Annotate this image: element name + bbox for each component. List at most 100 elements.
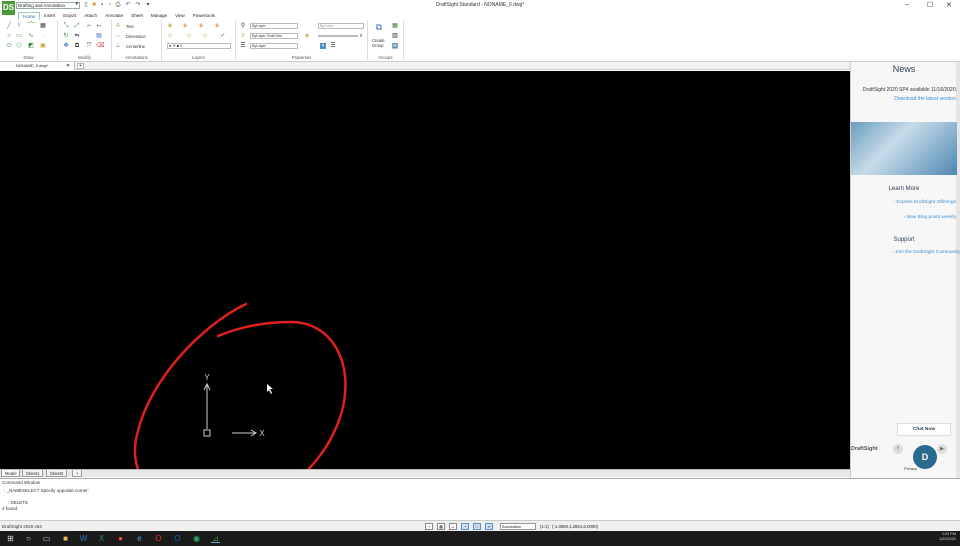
layer-manager-icon[interactable]: ◈ [167, 23, 173, 29]
layer-state-icon[interactable]: ◈ [182, 23, 188, 29]
text-icon[interactable]: A [115, 23, 121, 29]
explore-offerings-link[interactable]: › Explore DraftSight Offerings [893, 200, 956, 205]
app-icon[interactable]: ● [116, 534, 125, 543]
add-sheet-button[interactable]: + [72, 470, 83, 477]
mirror-icon[interactable]: ⇋ [74, 33, 80, 39]
arc-icon[interactable]: ⌒ [28, 23, 34, 29]
line-icon[interactable]: ╱ [6, 23, 12, 29]
new-document-tab-button[interactable]: + [77, 63, 84, 69]
command-window[interactable]: Command Window : _NAMESELECT Specify opp… [0, 478, 960, 519]
group-ungroup-icon[interactable]: ▥ [392, 33, 398, 39]
block-icon[interactable]: ▣ [40, 43, 46, 49]
community-link[interactable]: › Join the DraftSight Community [892, 250, 960, 255]
privacy-link[interactable]: Privacy [904, 466, 917, 471]
quick-properties-icon[interactable]: ◈ [304, 33, 310, 39]
edge-icon[interactable]: e [135, 534, 144, 543]
youtube-icon[interactable]: ▶ [937, 444, 947, 454]
extend-icon[interactable]: ⤢ [74, 23, 80, 29]
sheet-tab-sheet2[interactable]: Sheet2 [46, 470, 68, 477]
draftsight-taskbar-icon[interactable]: ⊿ [211, 534, 220, 543]
chrome-icon[interactable]: ◉ [192, 534, 201, 543]
linestyle-icon[interactable]: ≡ [240, 33, 246, 39]
drawing-canvas[interactable]: Y X [0, 71, 850, 469]
grid-icon[interactable]: ▦ [437, 523, 445, 530]
windows-start-icon[interactable]: ⊞ [6, 534, 15, 543]
tab-powertools[interactable]: Powertools [189, 12, 219, 20]
word-icon[interactable]: W [79, 534, 88, 543]
rotate-icon[interactable]: ↻ [63, 33, 69, 39]
chamfer-icon[interactable]: ⌙ [96, 23, 102, 29]
tab-manage[interactable]: Manage [147, 12, 171, 20]
transparency-slider[interactable] [318, 35, 358, 37]
layer-lock-icon[interactable]: ◇ [202, 33, 208, 39]
blog-posts-link[interactable]: › New Blog posts weekly [904, 215, 956, 220]
snap-icon[interactable]: ⊹ [425, 523, 433, 530]
task-view-icon[interactable]: ▭ [42, 534, 51, 543]
file-explorer-icon[interactable]: ■ [61, 534, 70, 543]
color-select[interactable]: ByLayer [250, 23, 298, 29]
layer-select[interactable]: ● ☀ ■ 0 [167, 43, 231, 49]
lineweight-icon[interactable]: ☰ [240, 43, 246, 49]
layer-previous-icon[interactable]: ◈ [198, 23, 204, 29]
create-group-button[interactable]: Create Group [372, 38, 390, 48]
tab-export[interactable]: Export [59, 12, 80, 20]
close-button[interactable]: ✕ [946, 1, 952, 9]
trim-icon[interactable]: ⤡ [63, 23, 69, 29]
esnap-icon[interactable]: □ [473, 523, 481, 530]
transparency-select[interactable]: ByColor [318, 23, 364, 29]
excel-icon[interactable]: X [97, 534, 106, 543]
news-image[interactable] [851, 122, 957, 175]
polyline-icon[interactable]: ⌇ [16, 23, 22, 29]
news-download-link[interactable]: Download the latest version. [894, 96, 957, 102]
spline-icon[interactable]: ∿ [28, 33, 34, 39]
polar-icon[interactable]: ◔ [461, 523, 469, 530]
chat-now-button[interactable]: Chat Now [897, 423, 951, 436]
layer-off-icon[interactable]: ◇ [186, 33, 192, 39]
fillet-icon[interactable]: ⌐ [86, 23, 92, 29]
opera-icon[interactable]: O [154, 534, 163, 543]
centerline-icon[interactable]: ⊥ [115, 43, 121, 49]
taskbar-clock[interactable]: 1:24 PM 1/23/2021 [939, 532, 956, 542]
rectangle-icon[interactable]: ▭ [16, 33, 22, 39]
properties-list-icon[interactable]: ☰ [330, 43, 336, 49]
layer-freeze-icon[interactable]: ◇ [167, 33, 173, 39]
polygon-icon[interactable]: ⬡ [16, 43, 22, 49]
tab-insert[interactable]: Insert [40, 12, 59, 20]
scale-icon[interactable]: ⤧ [86, 43, 92, 49]
match-properties-icon[interactable]: ⚲ [240, 23, 246, 29]
dimension-icon[interactable]: ↔ [115, 33, 121, 39]
lineweight-select[interactable]: ByLayer [250, 43, 298, 49]
etrack-icon[interactable]: ∞ [485, 523, 493, 530]
document-tab[interactable]: NONAME_0.dwg* ✕ [0, 62, 75, 70]
array-icon[interactable]: ▤ [96, 33, 102, 39]
region-icon[interactable]: ◩ [28, 43, 34, 49]
copy-icon[interactable]: ⧉ [74, 43, 80, 49]
group-select-icon[interactable]: ▢ [392, 43, 398, 49]
group-edit-icon[interactable]: ▦ [392, 23, 398, 29]
layer-isolate-icon[interactable]: ◈ [214, 23, 220, 29]
erase-icon[interactable]: ⌫ [96, 43, 104, 49]
outlook-icon[interactable]: O [173, 534, 182, 543]
text-tool[interactable]: Text [126, 24, 134, 29]
point-icon[interactable]: · [40, 33, 46, 39]
annotation-scale-select[interactable]: Annotation [500, 523, 536, 530]
tab-sheet[interactable]: Sheet [127, 12, 147, 20]
sheet-tab-sheet1[interactable]: Sheet1 [22, 470, 44, 477]
tab-annotate[interactable]: Annotate [101, 12, 127, 20]
ellipse-icon[interactable]: ⬭ [6, 43, 12, 49]
close-icon[interactable]: ✕ [66, 62, 70, 70]
dimension-tool[interactable]: Dimension [126, 34, 146, 39]
create-group-icon[interactable]: ⧉ [374, 23, 384, 34]
properties-toggle-icon[interactable]: ▪ [320, 43, 326, 49]
search-icon[interactable]: ○ [24, 534, 33, 543]
move-icon[interactable]: ✥ [63, 43, 69, 49]
linestyle-select[interactable]: ByLayer Solid line [250, 33, 298, 39]
tab-attach[interactable]: Attach [80, 12, 101, 20]
ortho-icon[interactable]: ⊥ [449, 523, 457, 530]
sheet-tab-model[interactable]: Model [1, 470, 21, 477]
facebook-icon[interactable]: f [893, 444, 903, 454]
hatch-icon[interactable]: ▦ [40, 23, 46, 29]
circle-icon[interactable]: ○ [6, 33, 12, 39]
maximize-button[interactable]: ☐ [927, 1, 933, 9]
tab-home[interactable]: Home [18, 12, 41, 20]
